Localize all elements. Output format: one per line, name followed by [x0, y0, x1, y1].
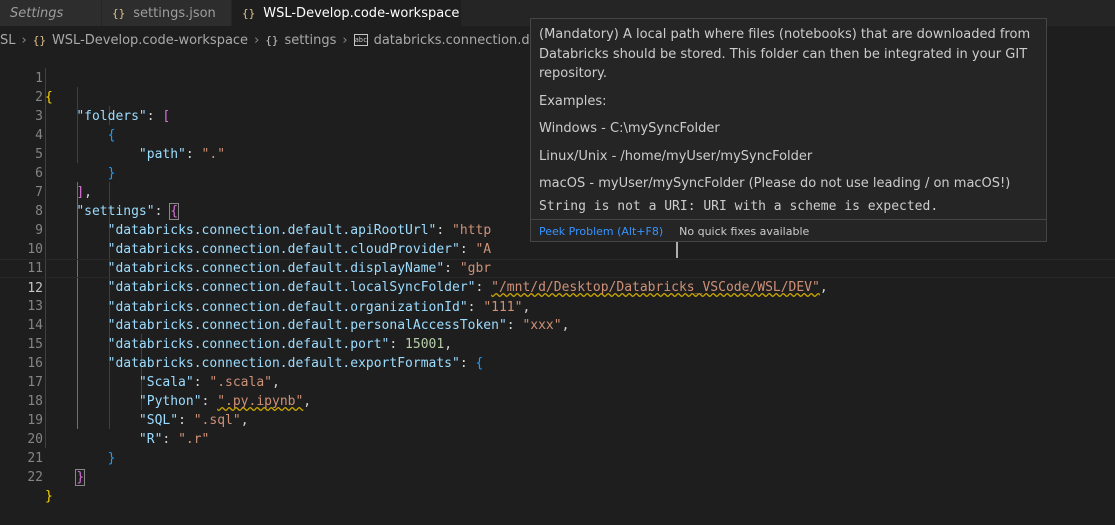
code-line[interactable]: 19 "R": ".r" — [0, 392, 1115, 447]
peek-problem-link[interactable]: Peek Problem (Alt+F8) — [539, 225, 663, 238]
json-icon: {} — [32, 33, 46, 47]
chevron-right-icon: › — [21, 32, 27, 48]
code-line[interactable]: 14 "databricks.connection.default.port":… — [0, 297, 1115, 352]
code-line[interactable]: 18 "SQL": ".sql", — [0, 373, 1115, 428]
tab-workspace[interactable]: {} WSL-Develop.code-workspace — [232, 0, 462, 26]
code-line[interactable]: 22 } — [0, 449, 1115, 504]
hover-content: (Mandatory) A local path where files (no… — [539, 25, 1034, 194]
code-line[interactable]: 15 "databricks.connection.default.export… — [0, 316, 1115, 371]
hover-status-bar: Peek Problem (Alt+F8) No quick fixes ava… — [531, 219, 1046, 242]
breadcrumb-item[interactable]: {} WSL-Develop.code-workspace — [33, 33, 248, 48]
hover-error-message: String is not a URI: URI with a scheme i… — [539, 199, 939, 214]
tab-label: Settings — [10, 5, 64, 21]
code-line[interactable]: 21 } — [0, 430, 1115, 486]
tab-label: settings.json — [133, 5, 216, 21]
chevron-right-icon: › — [254, 32, 260, 48]
no-quick-fixes-text: No quick fixes available — [679, 224, 810, 238]
json-icon: {} — [112, 6, 126, 20]
code-line[interactable]: 11 "databricks.connection.default.localS… — [0, 240, 1115, 295]
code-line[interactable]: 20 } — [0, 411, 1115, 466]
hover-example-windows: Windows - C:\mySyncFolder — [539, 121, 720, 136]
breadcrumb-item[interactable]: {} settings — [265, 33, 336, 48]
code-line-current[interactable]: 12 "databricks.connection.default.organi… — [0, 259, 1115, 315]
breadcrumb-item[interactable]: SL — [0, 33, 16, 48]
hover-example-macos: macOS - myUser/mySyncFolder (Please do n… — [539, 176, 1011, 191]
code-line[interactable]: 17 "Python": ".py.ipynb", — [0, 354, 1115, 409]
hover-examples-label: Examples: — [539, 93, 607, 109]
tab-settings[interactable]: Settings — [0, 0, 102, 26]
chevron-right-icon: › — [342, 32, 348, 48]
hover-example-linux: Linux/Unix - /home/myUser/mySyncFolder — [539, 148, 813, 164]
code-line[interactable]: 13 "databricks.connection.default.person… — [0, 278, 1115, 333]
text-cursor — [676, 242, 678, 258]
tab-label: WSL-Develop.code-workspace — [263, 5, 460, 21]
string-icon: abc — [353, 34, 368, 46]
hover-tooltip: (Mandatory) A local path where files (no… — [530, 18, 1047, 242]
braces-icon: {} — [265, 33, 279, 47]
tab-settings-json[interactable]: {} settings.json — [102, 0, 232, 26]
json-icon: {} — [242, 6, 256, 20]
hover-description: (Mandatory) A local path where files (no… — [539, 27, 1031, 81]
code-line[interactable]: 16 "Scala": ".scala", — [0, 335, 1115, 390]
